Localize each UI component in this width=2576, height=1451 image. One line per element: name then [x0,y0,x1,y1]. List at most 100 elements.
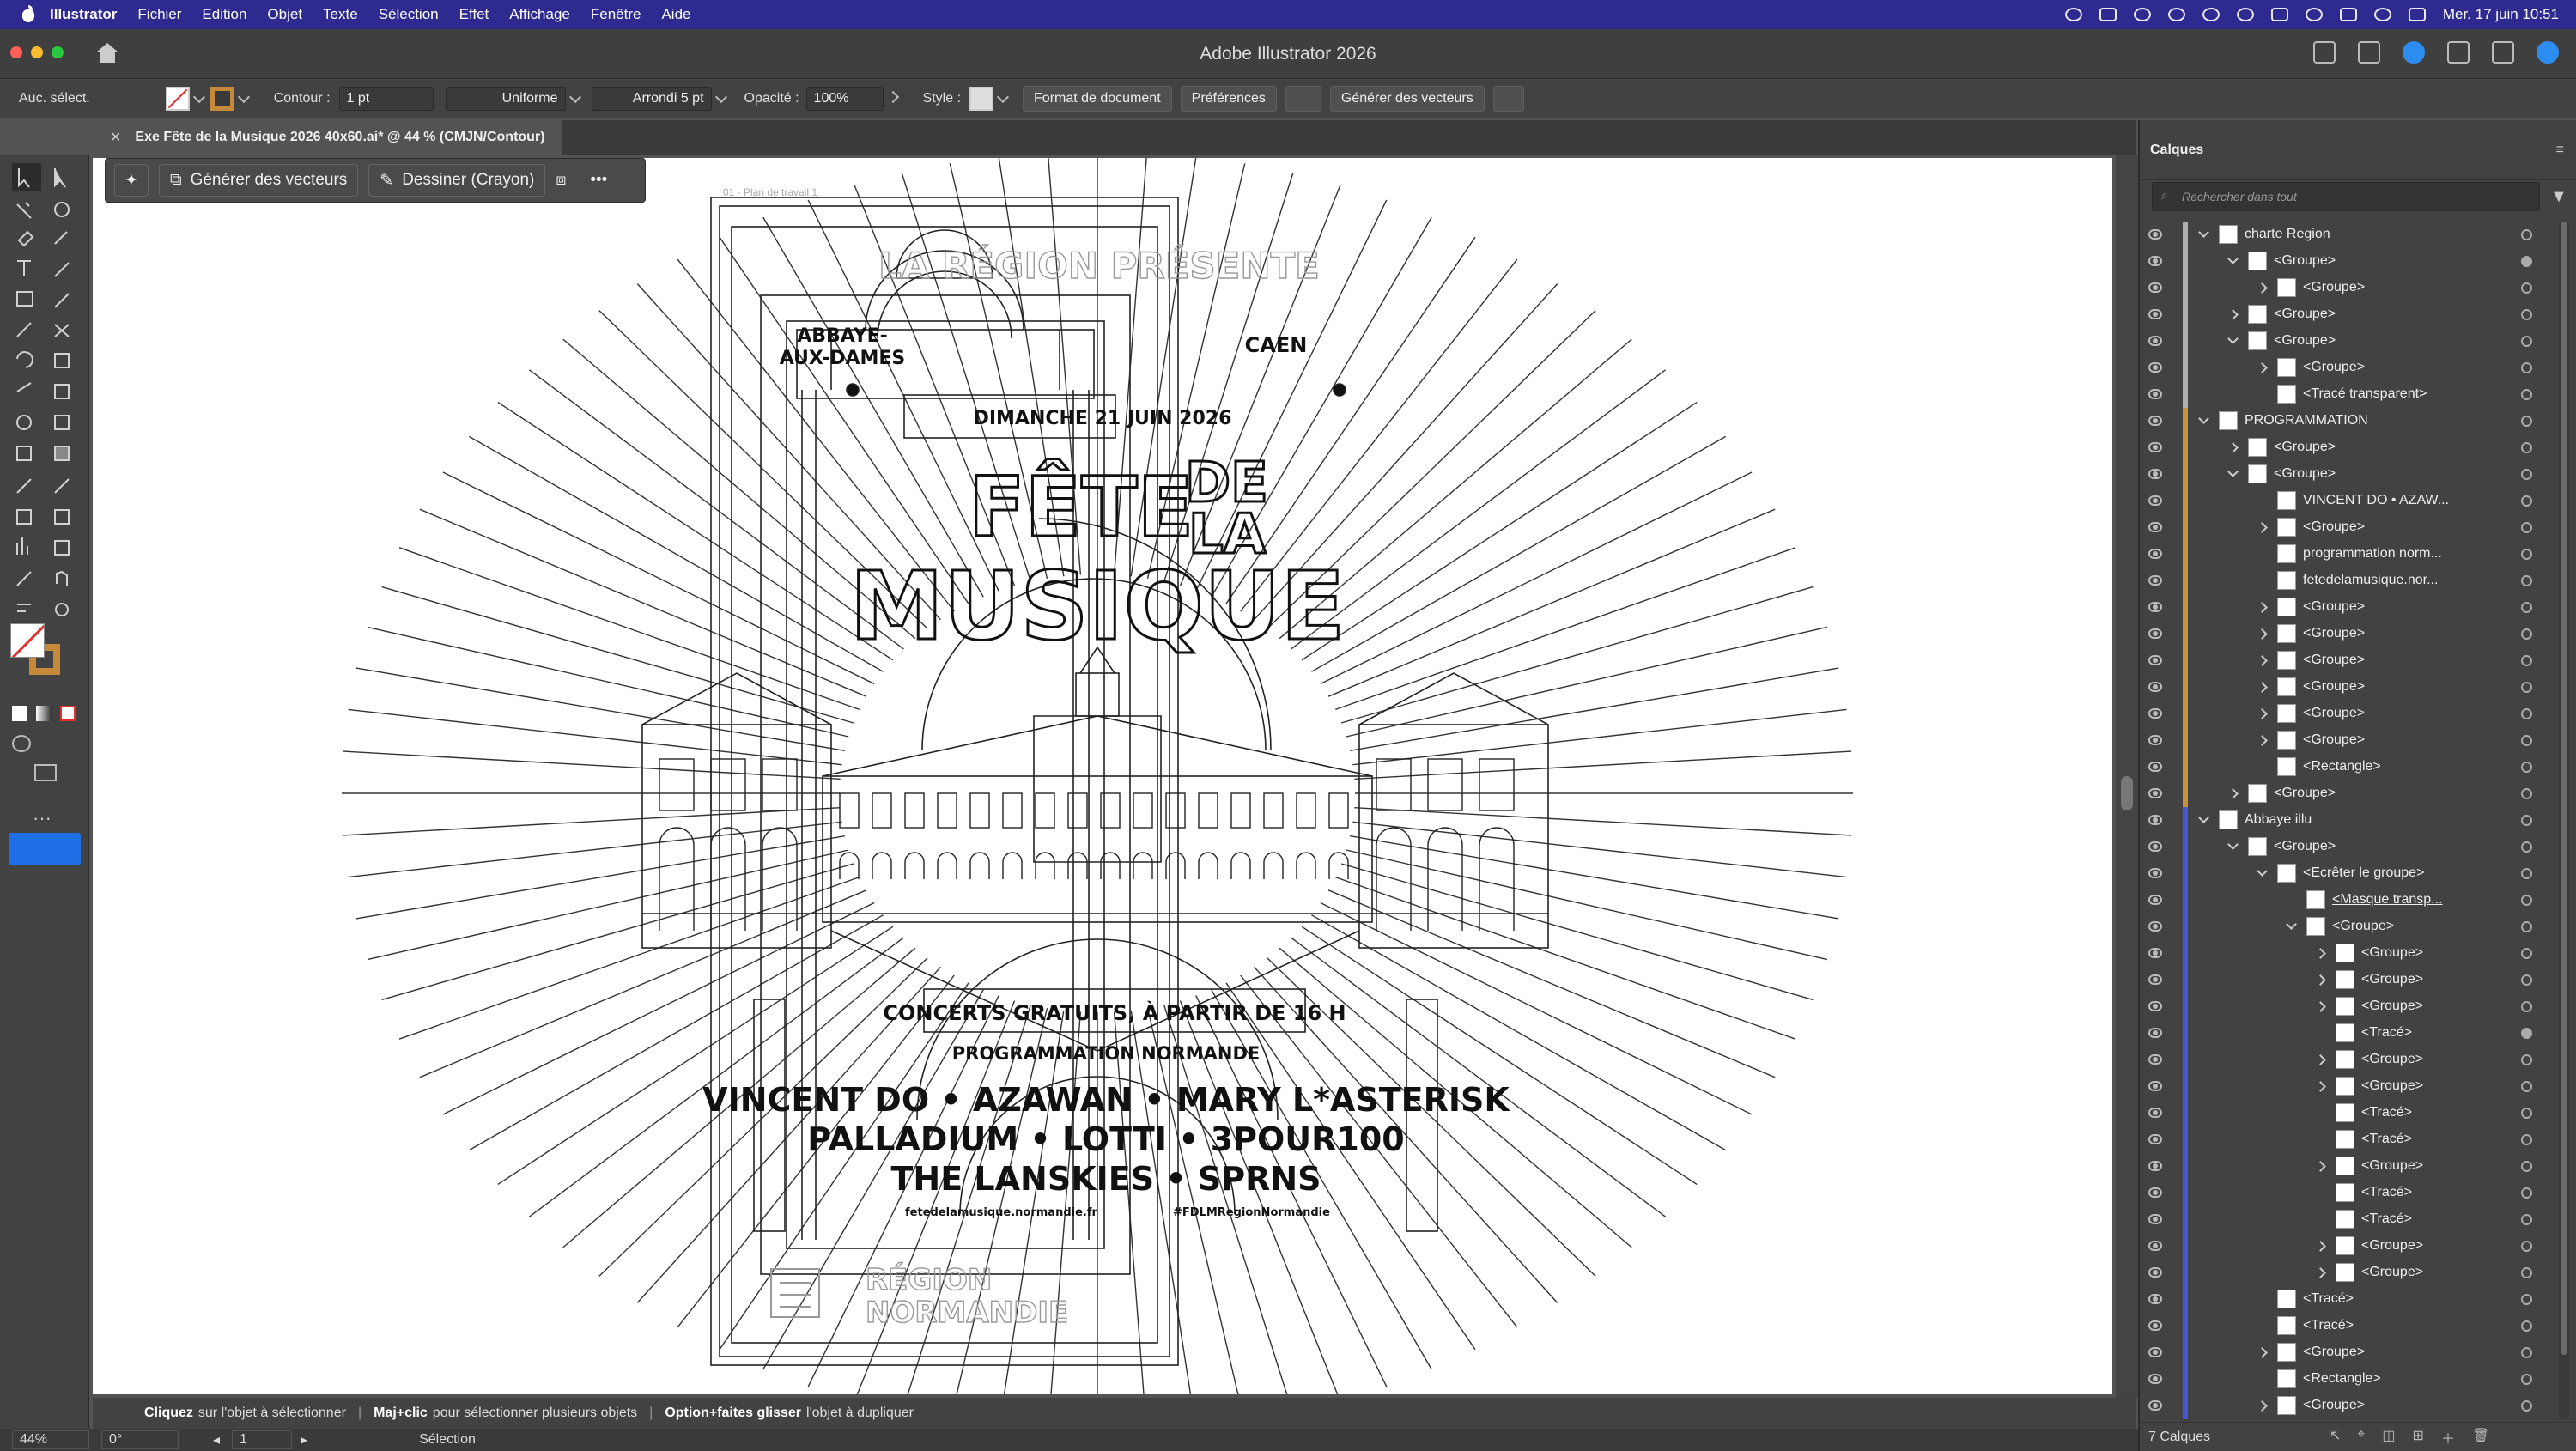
layer-row[interactable]: <Groupe> [2140,514,2576,541]
target-circle-icon[interactable] [2521,522,2532,533]
color-mode-icon[interactable] [12,706,27,721]
layer-row[interactable]: <Groupe> [2140,621,2576,647]
layers-search-input[interactable]: Rechercher dans tout ⌕ [2152,182,2540,211]
visibility-eye-icon[interactable] [2148,948,2162,958]
menu-fenetre[interactable]: Fenêtre [591,6,641,23]
chevron-right-icon[interactable] [2257,362,2268,373]
target-circle-icon[interactable] [2521,1320,2532,1332]
visibility-eye-icon[interactable] [2148,1320,2162,1331]
target-circle-icon[interactable] [2521,602,2532,613]
layer-row[interactable]: <Groupe> [2140,967,2576,993]
layer-row[interactable]: fetedelamusique.nor... [2140,568,2576,594]
visibility-eye-icon[interactable] [2148,416,2162,426]
layer-name[interactable]: <Groupe> [2274,307,2336,322]
visibility-eye-icon[interactable] [2148,1214,2162,1224]
layer-name[interactable]: <Tracé transparent> [2303,386,2427,402]
layer-name[interactable]: <Groupe> [2361,945,2423,961]
chevron-down-icon[interactable] [2227,839,2239,850]
layer-name[interactable]: <Rectangle> [2303,1371,2381,1387]
layer-row[interactable]: <Tracé> [2140,1206,2576,1233]
layer-row[interactable]: <Tracé> [2140,1180,2576,1206]
share-icon[interactable] [2313,41,2336,64]
layer-row[interactable]: programmation norm... [2140,541,2576,568]
target-circle-icon[interactable] [2521,735,2532,746]
target-circle-icon[interactable] [2521,1001,2532,1012]
target-circle-icon[interactable] [2521,416,2532,427]
layer-name[interactable]: <Ecrêter le groupe> [2303,865,2424,881]
target-circle-icon[interactable] [2521,841,2532,853]
visibility-eye-icon[interactable] [2148,1134,2162,1144]
search-help-icon[interactable] [2403,41,2425,64]
visibility-eye-icon[interactable] [2148,336,2162,346]
chevron-right-icon[interactable] [2315,1267,2326,1278]
spotlight-icon[interactable] [2373,8,2391,21]
grid-status-icon[interactable] [2099,8,2117,21]
gradient-mode-icon[interactable] [36,706,52,721]
chevron-down-icon[interactable] [237,90,250,103]
layer-name[interactable]: <Groupe> [2303,599,2365,615]
visibility-eye-icon[interactable] [2148,895,2162,905]
layer-row[interactable]: <Tracé> [2140,1286,2576,1313]
target-circle-icon[interactable] [2521,1241,2532,1252]
artboard-number-field[interactable]: 1 [232,1430,293,1449]
canvas-vertical-scrollbar[interactable] [2116,155,2138,1398]
creative-cloud-account-icon[interactable] [2537,41,2559,64]
chevron-right-icon[interactable] [2257,682,2268,693]
target-circle-icon[interactable] [2521,1374,2532,1385]
artboard-next-icon[interactable]: ▸ [301,1431,307,1448]
document-format-button[interactable]: Format de document [1023,85,1172,112]
preferences-button[interactable]: Préférences [1180,85,1277,112]
opacity-field[interactable]: 100% [805,86,884,111]
visibility-eye-icon[interactable] [2148,575,2162,586]
chevron-down-icon[interactable] [2286,919,2297,930]
layer-name[interactable]: <Groupe> [2303,1398,2365,1413]
wifi-icon[interactable] [2305,8,2323,21]
notifications-icon[interactable] [2358,41,2380,64]
target-circle-icon[interactable] [2521,389,2532,400]
fill-swatch[interactable] [165,86,190,111]
layer-row[interactable]: <Masque transp... [2140,887,2576,914]
target-circle-icon[interactable] [2521,1134,2532,1145]
target-circle-icon[interactable] [2521,708,2532,719]
visibility-eye-icon[interactable] [2148,1267,2162,1278]
target-circle-icon[interactable] [2521,362,2532,373]
layer-name[interactable]: programmation norm... [2303,546,2442,562]
graphic-style-swatch[interactable] [969,86,994,111]
target-circle-icon[interactable] [2521,336,2532,347]
chevron-right-icon[interactable] [2227,788,2239,799]
target-circle-icon[interactable] [2521,815,2532,826]
chevron-right-icon[interactable] [2257,1400,2268,1412]
visibility-eye-icon[interactable] [2148,442,2162,452]
new-sublayer-icon[interactable]: ⊞ [2413,1427,2424,1448]
layer-row[interactable]: <Tracé> [2140,1100,2576,1126]
layer-row[interactable]: <Groupe> [2140,1260,2576,1286]
visibility-eye-icon[interactable] [2148,762,2162,772]
layer-row[interactable]: <Groupe> [2140,1233,2576,1260]
canvas-area[interactable]: LA RÉGION PRÉSENTE ABBAYE- AUX-DAMES CAE… [93,155,2136,1398]
target-circle-icon[interactable] [2521,1400,2532,1412]
layer-name[interactable]: <Groupe> [2303,732,2365,748]
layer-row[interactable]: <Groupe> [2140,727,2576,754]
target-circle-icon[interactable] [2521,495,2532,507]
layer-row[interactable]: <Groupe> [2140,780,2576,807]
visibility-eye-icon[interactable] [2148,708,2162,719]
visibility-eye-icon[interactable] [2148,1028,2162,1038]
visibility-eye-icon[interactable] [2148,229,2162,240]
target-circle-icon[interactable] [2521,628,2532,640]
visibility-eye-icon[interactable] [2148,974,2162,985]
layer-row[interactable]: <Groupe> [2140,461,2576,488]
target-circle-icon[interactable] [2521,788,2532,799]
document-tab[interactable]: ✕ Exe Fête de la Musique 2026 40x60.ai* … [93,120,562,155]
visibility-eye-icon[interactable] [2148,1374,2162,1384]
target-circle-icon[interactable] [2521,868,2532,879]
visibility-eye-icon[interactable] [2148,655,2162,665]
layer-row[interactable]: <Groupe> [2140,1393,2576,1419]
delete-layer-icon[interactable]: 🗑 [2472,1427,2489,1448]
chevron-down-icon[interactable] [2198,812,2209,823]
bluetooth-icon[interactable] [2270,8,2288,21]
menu-selection[interactable]: Sélection [379,6,439,23]
fill-stroke-widget[interactable] [7,620,76,689]
visibility-eye-icon[interactable] [2148,309,2162,319]
locate-object-icon[interactable]: ⌖ [2357,1427,2365,1448]
layer-name[interactable]: <Groupe> [2361,1238,2423,1254]
